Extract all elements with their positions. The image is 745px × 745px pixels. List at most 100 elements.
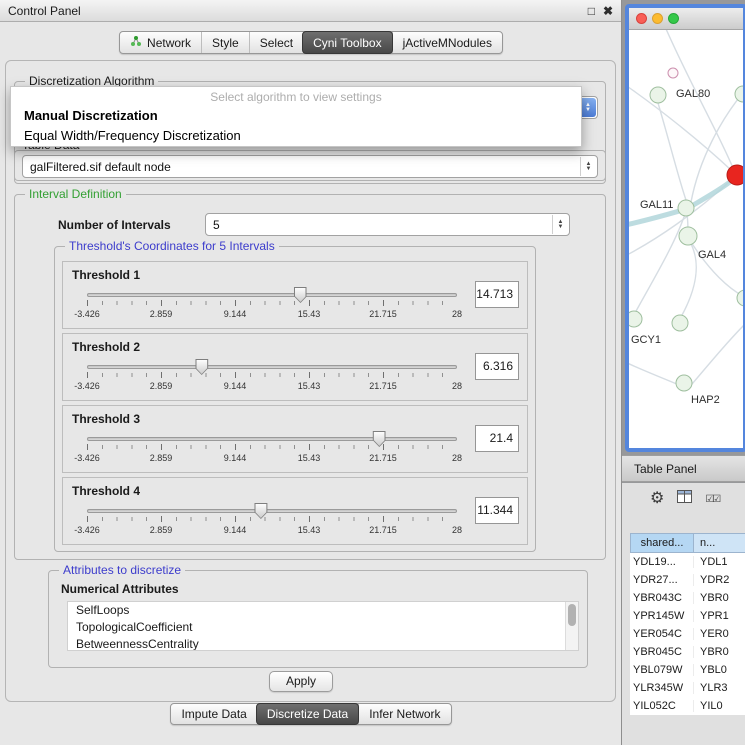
node-label-gal11[interactable]: GAL11 [640, 199, 673, 211]
minimize-traffic-light-icon[interactable] [652, 13, 663, 24]
cell[interactable]: YDL19... [630, 556, 694, 568]
tab-cyni-toolbox[interactable]: Cyni Toolbox [302, 31, 392, 54]
slider-track[interactable] [87, 509, 457, 513]
scale-tick-label: 15.43 [298, 381, 321, 391]
table-row[interactable]: YPR145W YPR1 [630, 607, 745, 625]
threshold-1-slider[interactable]: -3.426 2.859 9.144 15.43 21.715 28 [87, 286, 457, 324]
table-row[interactable]: YBR045C YBR0 [630, 643, 745, 661]
select-columns-icon[interactable]: ☑☑ [705, 494, 719, 505]
slider-track[interactable] [87, 293, 457, 297]
node-label-hap2[interactable]: HAP2 [691, 394, 720, 406]
tab-discretize-data[interactable]: Discretize Data [256, 703, 359, 725]
node-small-pink [668, 68, 678, 78]
cell[interactable]: YBL079W [630, 664, 694, 676]
close-panel-icon[interactable]: ✖ [603, 4, 613, 18]
number-of-intervals-label: Number of Intervals [58, 218, 171, 232]
table-panel-toolbar: ⚙ ☑☑ [650, 490, 719, 508]
threshold-2-box: Threshold 2 -3.426 2.859 9.144 15.43 21.… [62, 333, 528, 401]
threshold-3-slider-thumb[interactable] [373, 431, 386, 447]
node-table: shared... n... YDL19... YDL1 YDR27... YD… [630, 533, 745, 715]
slider-major-ticks [87, 300, 457, 306]
tab-style[interactable]: Style [201, 32, 249, 53]
table-row[interactable]: YDR27... YDR2 [630, 571, 745, 589]
threshold-1-value-field[interactable]: 14.713 [475, 281, 519, 308]
threshold-2-slider-thumb[interactable] [195, 359, 208, 375]
tab-network[interactable]: Network [120, 32, 201, 53]
cell[interactable]: YDR27... [630, 574, 694, 586]
cell[interactable]: YIL052C [630, 700, 694, 712]
threshold-4-box: Threshold 4 -3.426 2.859 9.144 15.43 21.… [62, 477, 528, 545]
threshold-4-slider[interactable]: -3.426 2.859 9.144 15.43 21.715 28 [87, 502, 457, 540]
threshold-3-slider[interactable]: -3.426 2.859 9.144 15.43 21.715 28 [87, 430, 457, 468]
cell[interactable]: YPR145W [630, 610, 694, 622]
cell[interactable]: YLR3 [694, 682, 745, 694]
column-header-name[interactable]: n... [694, 533, 745, 553]
column-header-shared-name[interactable]: shared... [630, 533, 694, 553]
option-equal-width-frequency[interactable]: Equal Width/Frequency Discretization [11, 126, 581, 146]
float-panel-icon[interactable]: □ [588, 4, 595, 18]
slider-scale-labels: -3.426 2.859 9.144 15.43 21.715 28 [87, 381, 457, 392]
tab-cyni-toolbox-label: Cyni Toolbox [313, 36, 381, 50]
threshold-4-label: Threshold 4 [72, 484, 140, 498]
cell[interactable]: YLR345W [630, 682, 694, 694]
scale-tick-label: 2.859 [150, 453, 173, 463]
slider-track[interactable] [87, 365, 457, 369]
cell[interactable]: YIL0 [694, 700, 745, 712]
table-row[interactable]: YBR043C YBR0 [630, 589, 745, 607]
tab-jactivemnodules[interactable]: jActiveMNodules [392, 32, 502, 53]
cell[interactable]: YBR0 [694, 646, 745, 658]
list-item[interactable]: BetweennessCentrality [68, 636, 578, 651]
list-item[interactable]: SelfLoops [68, 602, 578, 619]
cell[interactable]: YPR1 [694, 610, 745, 622]
table-data-combobox[interactable]: galFiltered.sif default node ▲▼ [22, 155, 598, 178]
cell[interactable]: YER054C [630, 628, 694, 640]
cell[interactable]: YBR043C [630, 592, 694, 604]
table-row[interactable]: YLR345W YLR3 [630, 679, 745, 697]
threshold-4-slider-thumb[interactable] [254, 503, 267, 519]
column-manager-icon[interactable] [677, 490, 692, 508]
zoom-traffic-light-icon[interactable] [668, 13, 679, 24]
threshold-4-value-field[interactable]: 11.344 [475, 497, 519, 524]
numerical-attributes-list[interactable]: SelfLoops TopologicalCoefficient Between… [67, 601, 579, 651]
scale-tick-label: 28 [452, 453, 462, 463]
threshold-3-value-field[interactable]: 21.4 [475, 425, 519, 452]
threshold-2-slider[interactable]: -3.426 2.859 9.144 15.43 21.715 28 [87, 358, 457, 396]
scrollbar-thumb[interactable] [568, 604, 576, 626]
table-row[interactable]: YIL052C YIL0 [630, 697, 745, 715]
attributes-scrollbar[interactable] [565, 602, 578, 650]
option-manual-discretization[interactable]: Manual Discretization [11, 106, 581, 126]
table-row[interactable]: YBL079W YBL0 [630, 661, 745, 679]
gear-icon[interactable]: ⚙ [650, 491, 664, 507]
table-panel-title: Table Panel [634, 462, 697, 476]
scale-tick-label: 15.43 [298, 525, 321, 535]
threshold-1-slider-thumb[interactable] [294, 287, 307, 303]
table-row[interactable]: YDL19... YDL1 [630, 553, 745, 571]
tab-impute-data[interactable]: Impute Data [171, 704, 256, 724]
cell[interactable]: YER0 [694, 628, 745, 640]
algorithm-placeholder-option[interactable]: Select algorithm to view settings [11, 87, 581, 106]
list-item[interactable]: TopologicalCoefficient [68, 619, 578, 636]
cell[interactable]: YBR045C [630, 646, 694, 658]
slider-track[interactable] [87, 437, 457, 441]
apply-button[interactable]: Apply [269, 671, 333, 692]
table-row[interactable]: YER054C YER0 [630, 625, 745, 643]
close-traffic-light-icon[interactable] [636, 13, 647, 24]
tab-infer-network[interactable]: Infer Network [358, 704, 450, 724]
node-label-gal80[interactable]: GAL80 [676, 88, 710, 100]
cell[interactable]: YDL1 [694, 556, 745, 568]
threshold-2-value-field[interactable]: 6.316 [475, 353, 519, 380]
cell[interactable]: YBL0 [694, 664, 745, 676]
table-panel-header: Table Panel [622, 455, 745, 482]
tab-select[interactable]: Select [249, 32, 303, 53]
number-of-intervals-combobox[interactable]: 5 ▲▼ [205, 213, 570, 236]
cell[interactable]: YBR0 [694, 592, 745, 604]
tab-style-label: Style [212, 36, 239, 50]
node [735, 86, 743, 102]
node-label-gal4[interactable]: GAL4 [698, 249, 726, 261]
slider-major-ticks [87, 444, 457, 450]
node [676, 375, 692, 391]
cell[interactable]: YDR2 [694, 574, 745, 586]
node-label-gcy1[interactable]: GCY1 [631, 334, 661, 346]
network-canvas[interactable]: GAL80 GAL11 GAL4 GCY1 HAP2 [629, 30, 743, 448]
tab-network-label: Network [147, 36, 191, 50]
